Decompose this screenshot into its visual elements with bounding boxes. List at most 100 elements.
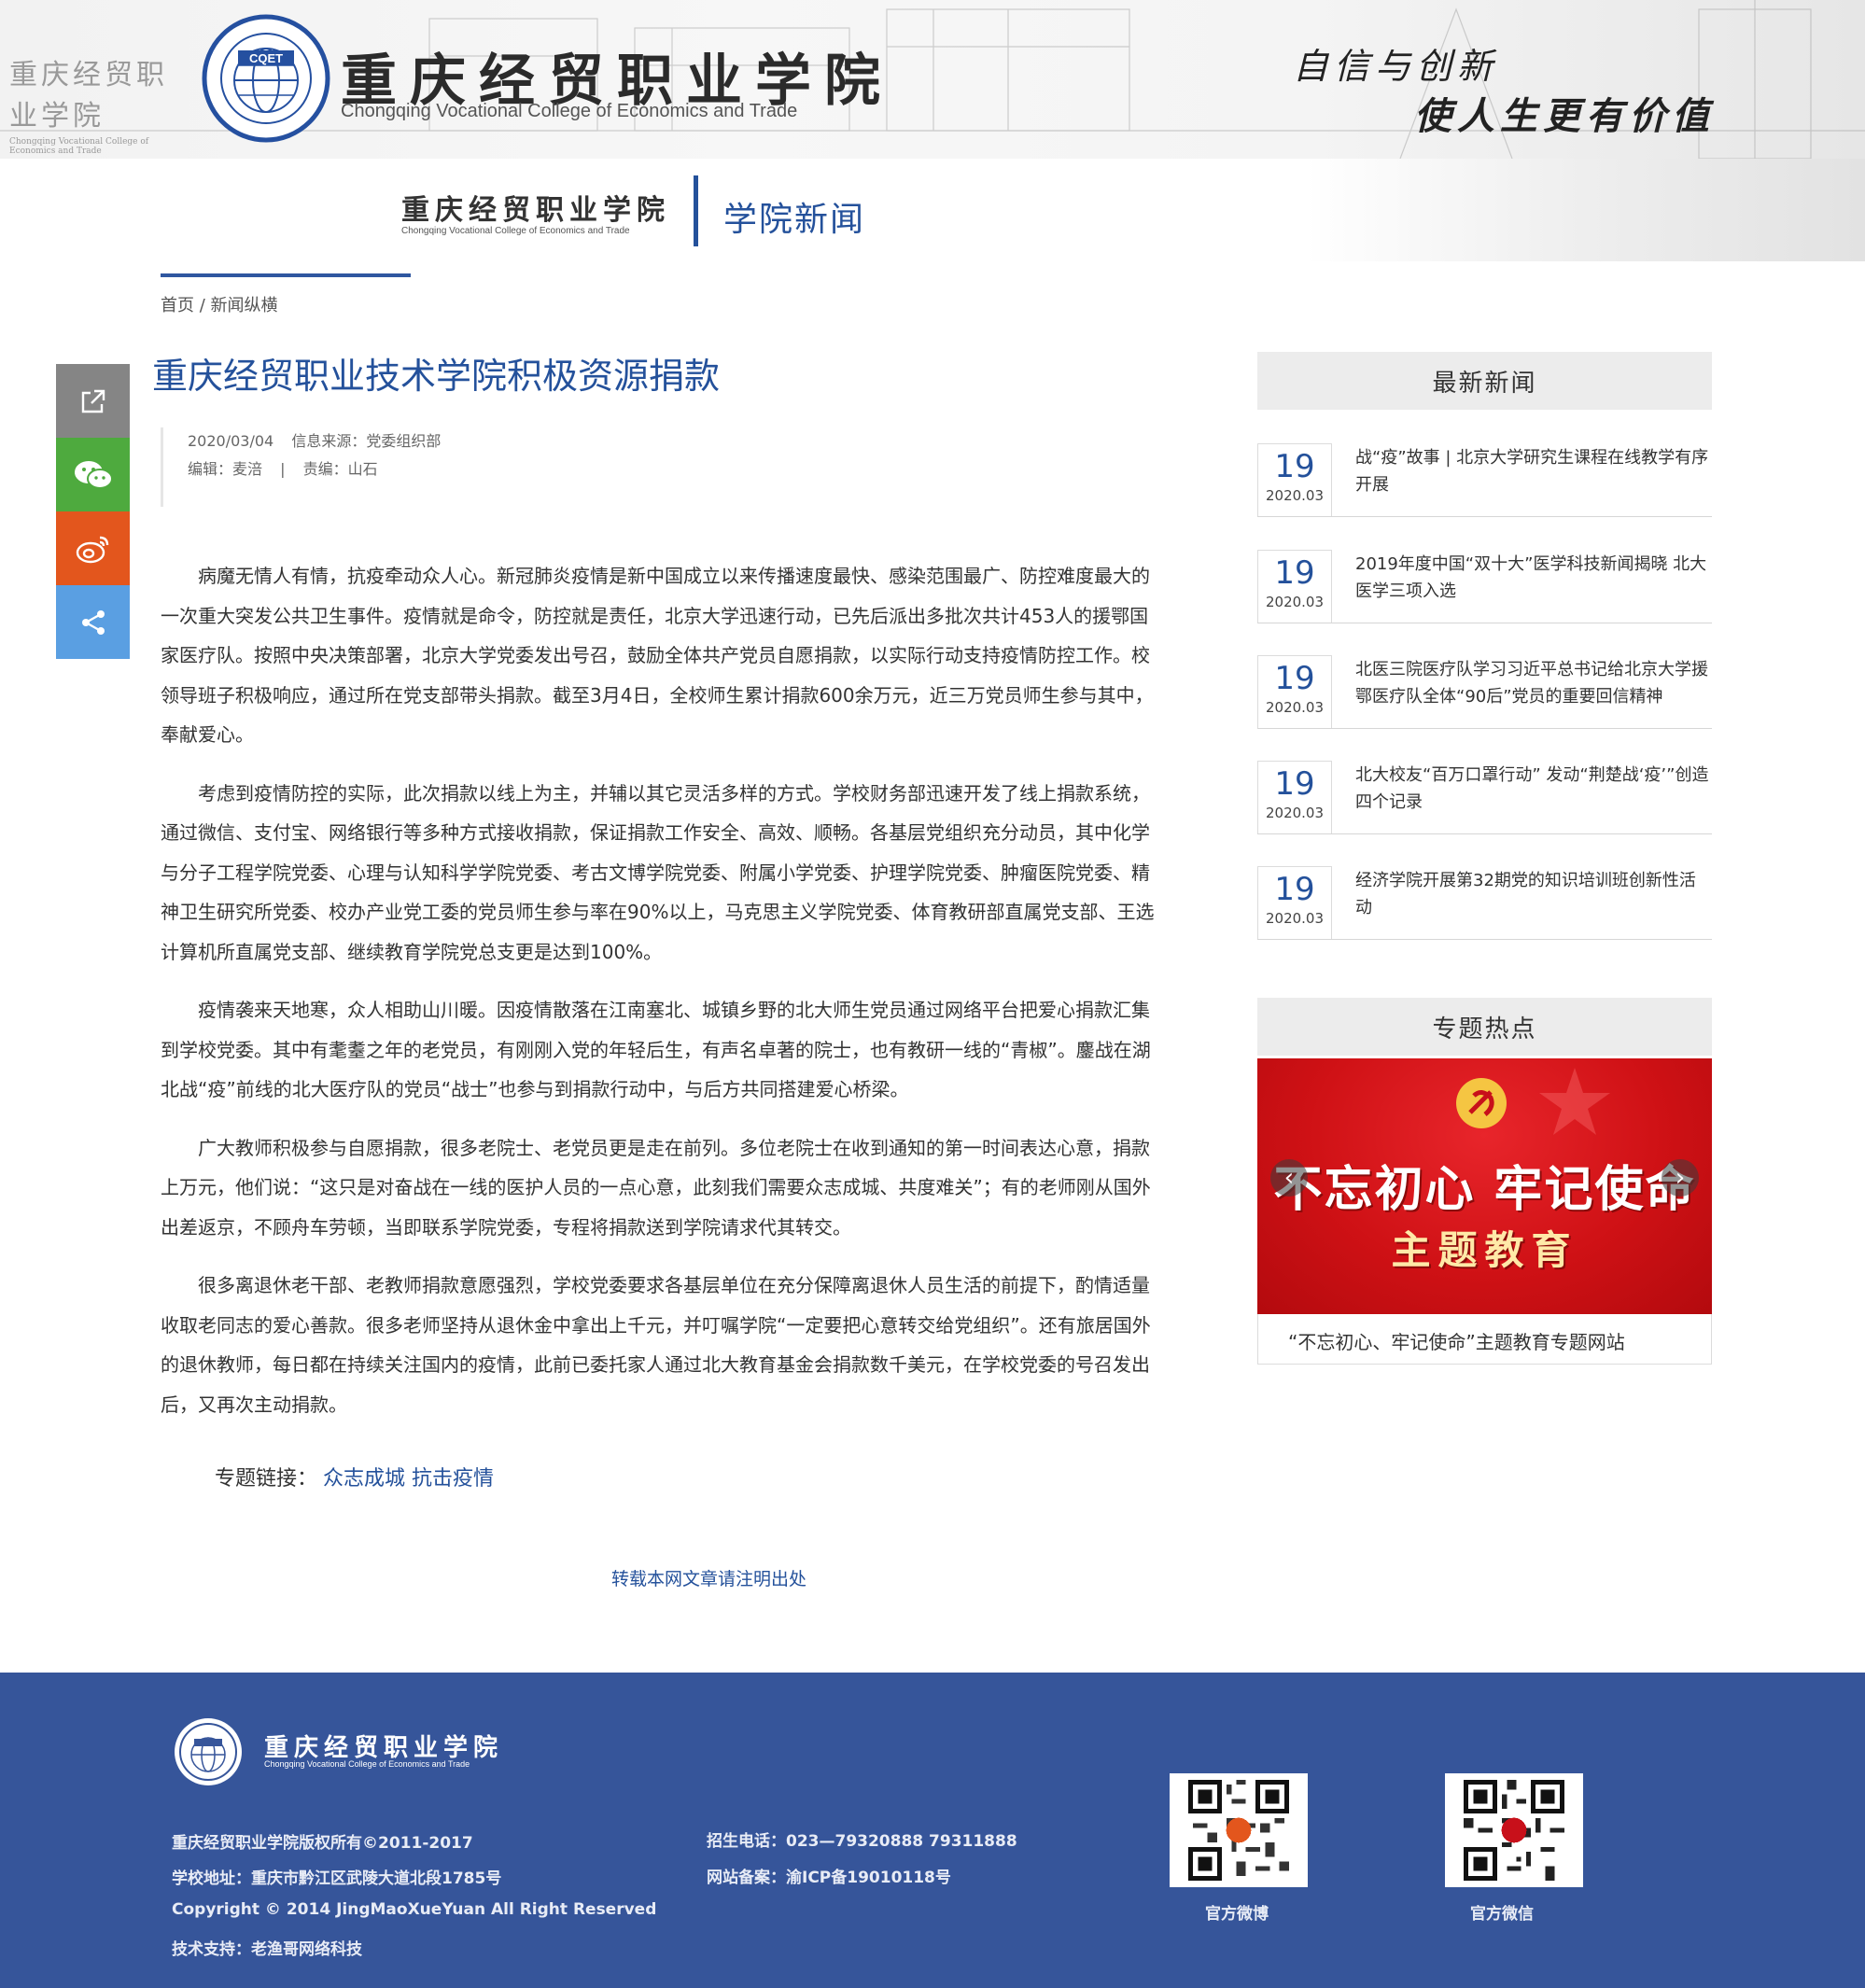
article-editor: 麦涪 (232, 460, 263, 478)
breadcrumb-separator: / (194, 296, 211, 315)
stamp-watermark-en: Chongqing Vocational College of Economic… (9, 137, 149, 156)
share-toolbar (56, 364, 130, 659)
news-title-link[interactable]: 2019年度中国“双十大”医学科技新闻揭晓 北大医学三项入选 (1355, 551, 1712, 605)
news-title-link[interactable]: 战“疫”故事 | 北京大学研究生课程在线教学有序开展 (1355, 444, 1712, 498)
section-college-name-en: Chongqing Vocational College of Economic… (401, 226, 630, 236)
footer: 重庆经贸职业学院 Chongqing Vocational College of… (0, 1673, 1865, 1988)
carousel-prev-button[interactable]: ‹ (1270, 1159, 1308, 1197)
latest-news-item[interactable]: 19 2020.03 2019年度中国“双十大”医学科技新闻揭晓 北大医学三项入… (1257, 547, 1712, 623)
hot-topic-caption-box: “不忘初心、牢记使命”主题教育专题网站 (1257, 1314, 1712, 1365)
news-day: 19 (1274, 554, 1315, 592)
stamp-watermark-text: 重庆经贸职业学院 (9, 59, 168, 133)
weibo-share-button[interactable] (56, 511, 130, 585)
source-label: 信息来源： (291, 432, 367, 450)
chevron-left-icon: ‹ (1283, 1164, 1295, 1192)
more-share-icon (81, 609, 105, 635)
chief-editor-label: 责编： (302, 460, 348, 478)
more-share-button[interactable] (56, 585, 130, 659)
news-title-link[interactable]: 北医三院医疗队学习习近平总书记给北京大学援鄂医疗队全体“90后”党员的重要回信精… (1355, 656, 1712, 710)
hot-topics-header: 专题热点 (1257, 998, 1712, 1056)
section-title[interactable]: 学院新闻 (723, 192, 865, 241)
article-title: 重庆经贸职业技术学院积极资源捐款 (152, 356, 721, 397)
party-emblem-icon (1456, 1078, 1507, 1128)
footer-tech-support: 技术支持：老渔哥网络科技 (172, 1940, 362, 1959)
weibo-qr-code (1170, 1773, 1308, 1887)
header-banner: 重庆经贸职业学院 Chongqing Vocational College of… (0, 0, 1865, 159)
editor-label: 编辑： (188, 460, 233, 478)
repost-notice: 转载本网文章请注明出处 (611, 1569, 807, 1589)
footer-address: 学校地址：重庆市黔江区武陵大道北段1785号 (172, 1869, 502, 1888)
latest-news-item[interactable]: 19 2020.03 北大校友“百万口罩行动” 发动“荆楚战‘疫’”创造四个记录 (1257, 758, 1712, 834)
footer-college-name-en: Chongqing Vocational College of Economic… (264, 1759, 470, 1769)
article-paragraph: 病魔无情人有情，抗疫牵动众人心。新冠肺炎疫情是新中国成立以来传播速度最快、感染范… (161, 565, 1154, 746)
footer-copyright: 重庆经贸职业学院版权所有©2011-2017 (172, 1834, 473, 1853)
news-day: 19 (1274, 871, 1315, 908)
hot-topic-banner[interactable]: 不忘初心 牢记使命 主题教育 ‹ › (1257, 1058, 1712, 1314)
article-source: 党委组织部 (366, 432, 442, 450)
section-college-name: 重庆经贸职业学院 (401, 194, 670, 227)
carousel-next-button[interactable]: › (1662, 1159, 1699, 1197)
footer-copyright-en: Copyright © 2014 JingMaoXueYuan All Righ… (172, 1900, 657, 1919)
footer-icp[interactable]: 网站备案：渝ICP备19010118号 (707, 1864, 951, 1887)
news-date-box: 19 2020.03 (1257, 443, 1332, 516)
wechat-icon (74, 460, 113, 489)
news-date-box: 19 2020.03 (1257, 655, 1332, 728)
article-meta: 2020/03/04 信息来源：党委组织部 编辑：麦涪 | 责编：山石 (161, 427, 721, 507)
news-title-link[interactable]: 北大校友“百万口罩行动” 发动“荆楚战‘疫’”创造四个记录 (1355, 762, 1712, 816)
hot-topic-caption-link[interactable]: “不忘初心、牢记使命”主题教育专题网站 (1288, 1327, 1625, 1354)
section-header: 重庆经贸职业学院 Chongqing Vocational College of… (0, 159, 1865, 261)
logo-abbreviation: CQET (249, 51, 283, 65)
article-paragraph: 考虑到疫情防控的实际，此次捐款以线上为主，并辅以其它灵活多样的方式。学校财务部迅… (161, 781, 1155, 963)
article-paragraph: 广大教师积极参与自愿捐款，很多老院士、老党员更是走在前列。多位老院士在收到通知的… (161, 1136, 1151, 1239)
share-button[interactable] (56, 364, 130, 438)
star-decoration-icon (1539, 1068, 1610, 1135)
news-month: 2020.03 (1265, 487, 1325, 504)
article-chief-editor: 山石 (347, 460, 378, 478)
college-stamp-watermark: 重庆经贸职业学院 Chongqing Vocational College of… (9, 51, 196, 156)
weibo-qr-label: 官方微博 (1205, 1905, 1269, 1924)
latest-news-item[interactable]: 19 2020.03 北医三院医疗队学习习近平总书记给北京大学援鄂医疗队全体“9… (1257, 652, 1712, 729)
article-paragraph: 很多离退休老干部、老教师捐款意愿强烈，学校党委要求各基层单位在充分保障离退休人员… (161, 1274, 1151, 1416)
wechat-qr-code (1445, 1773, 1583, 1887)
share-icon (81, 389, 105, 413)
news-title-link[interactable]: 经济学院开展第32期党的知识培训班创新性活动 (1355, 867, 1712, 921)
article-date: 2020/03/04 (188, 432, 274, 450)
news-day: 19 (1274, 448, 1315, 485)
breadcrumb: 首页 / 新闻纵横 (161, 292, 278, 316)
article-body: 病魔无情人有情，抗疫牵动众人心。新冠肺炎疫情是新中国成立以来传播速度最快、感染范… (161, 556, 1159, 1443)
topic-link[interactable]: 众志成城 抗击疫情 (323, 1467, 494, 1491)
qr-code-icon (1464, 1780, 1564, 1881)
topic-links-label: 专题链接： (215, 1467, 318, 1491)
chevron-right-icon: › (1675, 1164, 1686, 1192)
footer-college-name: 重庆经贸职业学院 (264, 1734, 504, 1762)
college-logo[interactable]: CQET (201, 13, 331, 144)
article-paragraph: 疫情袭来天地寒，众人相助山川暖。因疫情散落在江南塞北、城镇乡野的北大师生党员通过… (161, 999, 1151, 1100)
hot-banner-subheadline: 主题教育 (1391, 1227, 1578, 1273)
news-month: 2020.03 (1265, 805, 1325, 821)
hot-banner-headline: 不忘初心 牢记使命 (1273, 1162, 1696, 1218)
breadcrumb-current-link[interactable]: 新闻纵横 (211, 296, 278, 315)
section-divider (694, 175, 698, 246)
slogan-line-1: 自信与创新 (1293, 46, 1499, 87)
news-month: 2020.03 (1265, 910, 1325, 927)
meta-separator: | (280, 460, 286, 478)
wechat-qr-label: 官方微信 (1470, 1905, 1534, 1924)
meta-row-1: 2020/03/04 信息来源：党委组织部 (188, 427, 721, 455)
breadcrumb-home-link[interactable]: 首页 (161, 296, 194, 315)
breadcrumb-accent-line (161, 273, 411, 277)
footer-logo[interactable] (166, 1713, 259, 1787)
news-month: 2020.03 (1265, 699, 1325, 716)
latest-news-item[interactable]: 19 2020.03 经济学院开展第32期党的知识培训班创新性活动 (1257, 863, 1712, 940)
latest-news-item[interactable]: 19 2020.03 战“疫”故事 | 北京大学研究生课程在线教学有序开展 (1257, 441, 1712, 517)
news-date-box: 19 2020.03 (1257, 866, 1332, 939)
qr-code-icon (1188, 1780, 1289, 1881)
college-name-en: Chongqing Vocational College of Economic… (341, 101, 798, 121)
meta-row-2: 编辑：麦涪 | 责编：山石 (188, 455, 721, 483)
news-date-box: 19 2020.03 (1257, 550, 1332, 623)
topic-links: 专题链接： 众志成城 抗击疫情 (215, 1462, 494, 1491)
latest-news-header: 最新新闻 (1257, 352, 1712, 410)
subheader-decoration (1305, 159, 1865, 261)
slogan-line-2: 使人生更有价值 (1414, 94, 1715, 138)
news-day: 19 (1274, 660, 1315, 697)
wechat-share-button[interactable] (56, 438, 130, 511)
